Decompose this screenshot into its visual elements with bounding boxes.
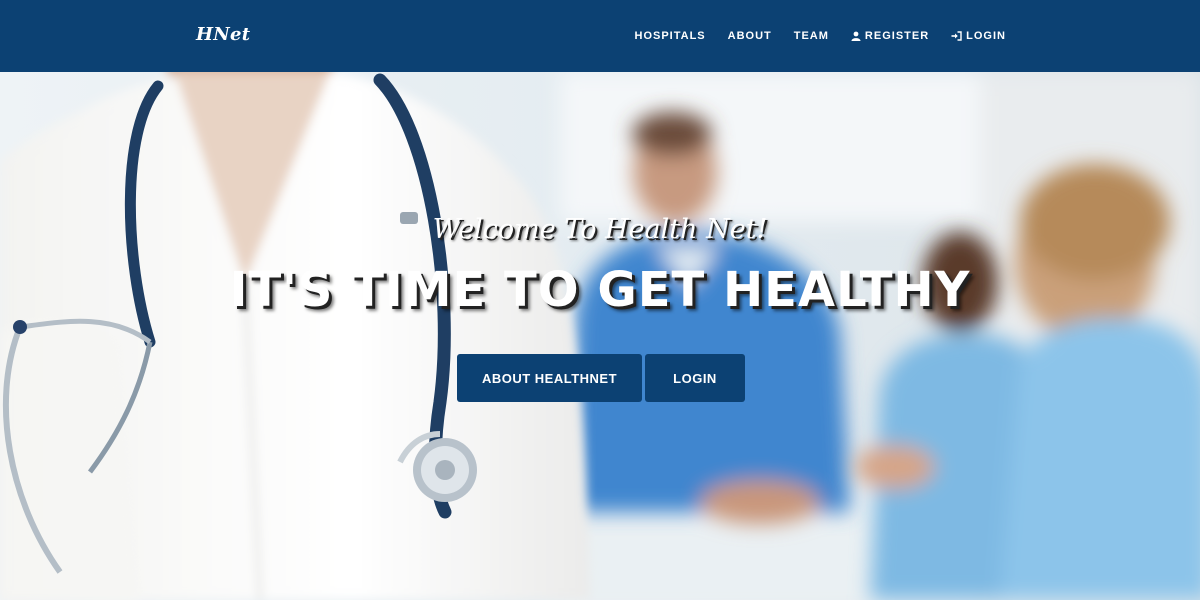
nav-login-label: LOGIN <box>966 30 1006 42</box>
welcome-heading: Welcome To Health Net! <box>432 214 768 245</box>
navbar: HNet HOSPITALS ABOUT TEAM REGISTER LOGIN <box>0 0 1200 72</box>
hero-section: Welcome To Health Net! IT'S TIME TO GET … <box>0 72 1200 600</box>
nav-about[interactable]: ABOUT <box>728 30 772 42</box>
hero-headline: IT'S TIME TO GET HEALTHY <box>229 262 971 318</box>
nav-register-label: REGISTER <box>864 30 930 42</box>
hero-background-image <box>0 72 1200 600</box>
sign-in-icon <box>951 31 962 41</box>
nav-hospitals[interactable]: HOSPITALS <box>635 30 706 42</box>
user-icon <box>851 31 861 41</box>
brand-logo[interactable]: HNet <box>196 24 250 45</box>
nav-login[interactable]: LOGIN <box>951 30 1006 42</box>
hero-buttons: ABOUT HEALTHNET LOGIN <box>457 354 745 402</box>
nav-team-label: TEAM <box>793 30 829 42</box>
about-healthnet-button[interactable]: ABOUT HEALTHNET <box>457 354 642 402</box>
page: HNet HOSPITALS ABOUT TEAM REGISTER LOGIN… <box>0 0 1200 600</box>
nav-register[interactable]: REGISTER <box>851 30 929 42</box>
nav-hospitals-label: HOSPITALS <box>634 30 706 42</box>
nav-about-label: ABOUT <box>727 30 772 42</box>
login-button[interactable]: LOGIN <box>645 354 745 402</box>
main-nav: HOSPITALS ABOUT TEAM REGISTER LOGIN <box>613 0 1007 72</box>
nav-team[interactable]: TEAM <box>794 30 829 42</box>
